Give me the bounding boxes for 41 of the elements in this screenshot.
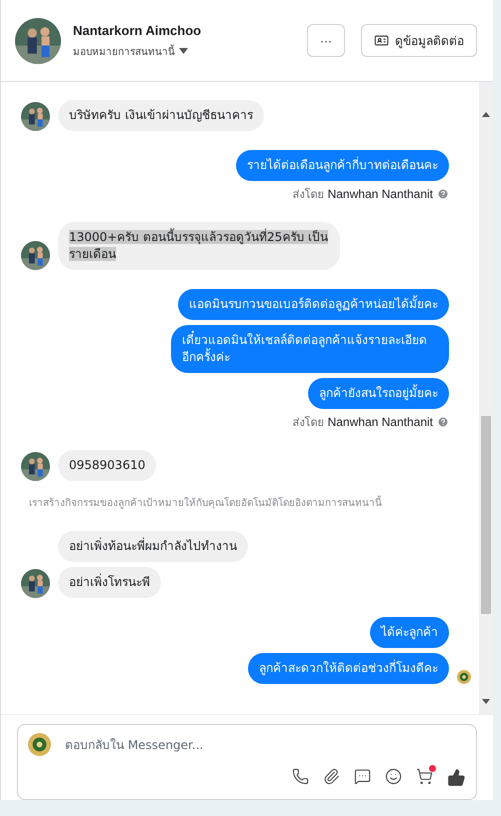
message-bubble: แอดมินรบกวนขอเบอร์ติดต่อลูฏค้าหน่อยได้มั้ยคะ [178,289,449,320]
sent-by-label: ส่งโดย [292,415,324,431]
more-button[interactable]: ··· [307,24,345,57]
message-bubble: ลูกค้าสะดวกให้ติดต่อช่วงกี่โมงดีคะ [248,653,449,684]
notice-text: เราสร้างกิจกรรมของลูกค้าเป้าหมายให้กับคุณโดยอัตโนมัติโดยอิงตามการสนทนานี้ [29,495,471,510]
avatar [21,569,50,598]
chat-icon[interactable] [354,768,371,787]
seen-avatar-icon [457,670,471,684]
help-icon [437,188,449,200]
message-bubble: ได้ค่ะลูกค้า [370,617,449,648]
scroll-up-icon[interactable] [479,110,493,118]
caret-icon [179,48,188,54]
message-bubble: อย่าเพิ่งโทรนะพี [58,567,161,598]
contact-info-button[interactable]: ดูข้อมูลติดต่อ [361,24,477,57]
contact-name: Nantarkorn Aimchoo [73,22,202,38]
scroll-down-icon[interactable] [479,698,493,706]
assign-dropdown[interactable]: มอบหมายการสนทนานี้ [73,44,188,58]
scrollbar-thumb[interactable] [481,416,491,614]
sent-by-label: ส่งโดย [292,187,324,203]
attach-icon[interactable] [323,768,340,787]
like-icon[interactable] [447,768,466,787]
avatar [21,452,50,481]
sender-name: Nanwhan Nanthanit [328,187,433,201]
profile-avatar [15,18,61,64]
message-bubble: ลูกค้ายังสนใรถอยู่มั้ยคะ [308,378,449,409]
cart-icon[interactable] [416,768,433,787]
call-icon[interactable] [292,768,309,787]
page-avatar [28,733,51,756]
help-icon [437,416,449,428]
message-bubble: อย่าเพิ่งท้อนะพี่ผมกำลังไปทำงาน [58,531,248,562]
emoji-icon[interactable] [385,768,402,787]
message-bubble: เดี๋ยวแอดมินให้เชลล์ติดต่อลูกค้าแจ้งรายละเอียดอีกครั้งค่ะ [171,325,449,373]
avatar [21,102,50,131]
id-card-icon [374,33,389,48]
sender-name: Nanwhan Nanthanit [328,415,433,429]
message-bubble: 0958903610 [58,450,156,481]
scrollbar[interactable] [479,82,493,714]
message-bubble: รายได้ต่อเดือนลูกค้ากี่บาทต่อเดือนคะ [236,150,449,181]
message-bubble: บริษัทครับ เงินเข้าผ่านบัญชีธนาคาร [58,100,264,131]
avatar [21,241,50,270]
message-bubble: 13000+ครับ ตอนนี้บรรจุแล้วรอดูวันที่25ครับ เป็นรายเดือน [58,222,340,270]
